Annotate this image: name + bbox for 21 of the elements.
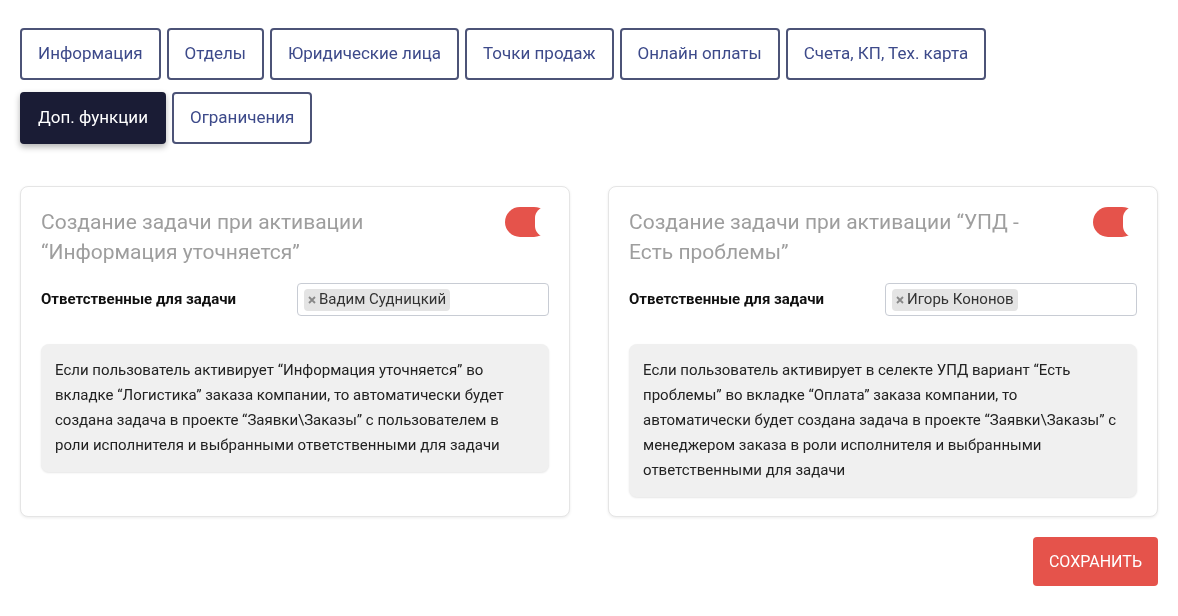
tab[interactable]: Юридические лица	[270, 28, 460, 80]
tab[interactable]: Счета, КП, Тех. карта	[785, 28, 987, 80]
tab[interactable]: Онлайн оплаты	[619, 28, 780, 80]
remove-icon[interactable]	[896, 295, 904, 304]
tab[interactable]: Информация	[20, 28, 161, 80]
tab[interactable]: Точки продаж	[465, 28, 614, 80]
tab[interactable]: Отделы	[166, 28, 265, 80]
field-label: Ответственные для задачи	[41, 289, 238, 311]
field-label: Ответственные для задачи	[629, 289, 826, 311]
tab[interactable]: Доп. функции	[20, 92, 166, 144]
description-text: Если пользователь активирует “Информация уточняется” во вкладке “Логистика” заказа компании, то автоматически будет создана задача в проекте “Заявки\Заказы” с пользователем в роли исполнителя и выбранными ответственными для задачи	[55, 360, 505, 456]
remove-icon[interactable]	[308, 295, 316, 304]
description-text: Если пользователь активирует в селекте УПД вариант “Есть проблемы” во вкладке “Оплата” заказа компании, то автоматически будет создана задача в проекте “Заявки\Заказы” с менеджером заказа в роли исполнителя и выбранными ответственными для задачи	[643, 360, 1118, 481]
save-button[interactable]: СОХРАНИТЬ	[1032, 537, 1158, 586]
card-title: Создание задачи при активации “Информация уточняется”	[41, 209, 365, 266]
card-title: Создание задачи при активации “УПД - Есть проблемы”	[629, 209, 1020, 266]
tag-text: Игорь Кононов	[907, 289, 1014, 311]
tag-text: Вадим Судницкий	[319, 289, 447, 311]
tab[interactable]: Ограничения	[171, 92, 313, 144]
multi-select-field[interactable]: Игорь Кононов	[885, 283, 1137, 316]
multi-select-field[interactable]: Вадим Судницкий	[297, 283, 549, 316]
